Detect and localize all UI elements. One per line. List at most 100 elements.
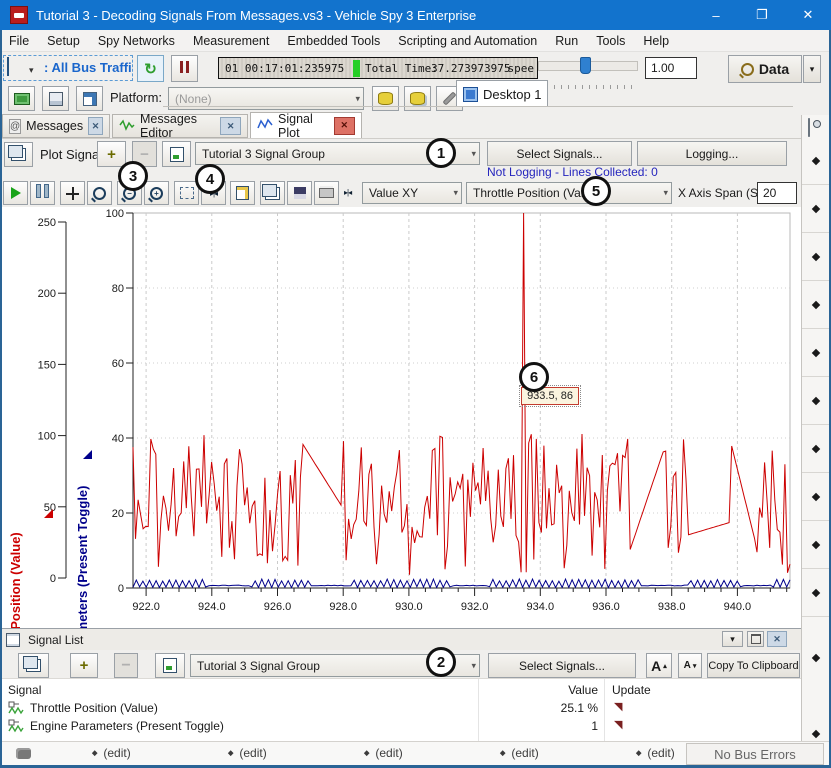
x-axis-span-label: X Axis Span (S) xyxy=(678,186,762,200)
select-signals-button[interactable]: Select Signals... xyxy=(487,141,632,166)
annotation-number: 2 xyxy=(437,654,445,671)
panel-close-button[interactable]: ✕ xyxy=(767,631,787,647)
hardware-button[interactable] xyxy=(8,86,35,111)
remove-signal-button[interactable]: − xyxy=(114,653,138,678)
menu-item-file[interactable]: File xyxy=(0,30,38,52)
dock-slot[interactable] xyxy=(802,329,830,377)
dock-slot[interactable] xyxy=(802,137,830,185)
pause-capture-button[interactable] xyxy=(171,55,198,82)
save-plot-button[interactable] xyxy=(287,181,312,205)
panel-restore-button[interactable] xyxy=(747,631,764,647)
tab-close-icon[interactable]: ✕ xyxy=(88,117,103,135)
tab-close-icon[interactable]: ✕ xyxy=(334,117,355,135)
menu-item-embedded-tools[interactable]: Embedded Tools xyxy=(278,30,389,52)
signal-group-button[interactable] xyxy=(155,653,185,678)
camera-icon xyxy=(808,118,810,137)
close-button[interactable]: ✕ xyxy=(785,0,831,30)
add-plot-button[interactable]: + xyxy=(97,141,126,167)
signal-list-caption: Signal List xyxy=(0,629,801,650)
x-axis-span-input[interactable]: 20 xyxy=(757,182,797,204)
status-edit-slot[interactable]: ◆ (edit) xyxy=(364,746,403,760)
doc-tab-messages-editor[interactable]: Messages Editor ✕ xyxy=(112,114,248,138)
menu-item-spy-networks[interactable]: Spy Networks xyxy=(89,30,184,52)
doc-tab-messages[interactable]: @ Messages ✕ xyxy=(2,114,110,138)
font-increase-button[interactable]: A▴ xyxy=(646,653,672,678)
plot-mode-select[interactable]: Value XY ▾ xyxy=(362,182,462,204)
menu-item-scripting-and-automation[interactable]: Scripting and Automation xyxy=(389,30,546,52)
signal-group-icon xyxy=(163,658,177,673)
plot-area[interactable] xyxy=(133,213,790,588)
status-edit-slot[interactable]: ◆ (edit) xyxy=(500,746,539,760)
minimize-button[interactable]: – xyxy=(693,0,739,30)
column-header-value[interactable]: Value xyxy=(478,683,598,697)
dock-slot[interactable] xyxy=(802,521,830,569)
annotation-number: 5 xyxy=(592,183,600,200)
bus-filter-selector[interactable]: ▾ : All Bus Traffic xyxy=(3,55,133,81)
chart-panel: 050100150200250020406080100922.0924.0926… xyxy=(0,207,801,628)
dock-slot[interactable] xyxy=(802,377,830,425)
data-dropdown-button[interactable]: ▾ xyxy=(803,55,821,83)
plot-properties-button[interactable] xyxy=(230,181,255,205)
database-save-button[interactable] xyxy=(404,86,431,111)
dock-slot[interactable] xyxy=(802,233,830,281)
signal-list-panel: Signal List ▾ ✕ + − Tutorial 3 Signal Gr… xyxy=(0,628,801,741)
total-time-label: Total Time: xyxy=(365,62,438,75)
maximize-button[interactable]: ❐ xyxy=(739,0,785,30)
dock-slot[interactable] xyxy=(802,281,830,329)
x-axis-tick-label: 926.0 xyxy=(264,601,292,613)
speed-value-input[interactable]: 1.00 xyxy=(645,57,697,79)
list-select-signals-button[interactable]: Select Signals... xyxy=(488,653,636,678)
zoom-cursor-button[interactable] xyxy=(87,181,112,205)
status-edit-slot[interactable]: ◆ (edit) xyxy=(636,746,675,760)
panel-menu-button[interactable]: ▾ xyxy=(722,631,743,647)
signal-group-button[interactable] xyxy=(162,141,191,167)
doc-tab-signal-plot[interactable]: Signal Plot ✕ xyxy=(250,112,362,139)
signal-list-menu-button[interactable] xyxy=(18,653,49,678)
plot-play-button[interactable] xyxy=(3,181,28,205)
save-setup-button[interactable] xyxy=(42,86,69,111)
plot-signals-menu-button[interactable] xyxy=(4,142,33,167)
font-decrease-button[interactable]: A▾ xyxy=(678,653,702,678)
menu-item-tools[interactable]: Tools xyxy=(587,30,634,52)
speed-slider-thumb[interactable] xyxy=(580,57,591,74)
dock-slot[interactable] xyxy=(802,425,830,473)
signal-waveform-icon xyxy=(8,719,24,738)
pan-button[interactable] xyxy=(60,181,85,205)
copy-plot-button[interactable] xyxy=(260,181,285,205)
spy-setup-icon[interactable] xyxy=(7,58,9,76)
menu-item-help[interactable]: Help xyxy=(634,30,678,52)
dock-slot[interactable] xyxy=(802,473,830,521)
copy-to-clipboard-button[interactable]: Copy To Clipboard xyxy=(707,653,800,678)
menu-item-run[interactable]: Run xyxy=(546,30,587,52)
dock-slot[interactable] xyxy=(802,185,830,233)
diamond-icon: ◆ xyxy=(228,749,233,757)
chevron-down-icon[interactable]: ▾ xyxy=(29,65,34,76)
tab-close-icon[interactable]: ✕ xyxy=(220,117,241,135)
status-edit-slot[interactable]: ◆ (edit) xyxy=(228,746,267,760)
data-button[interactable]: Data xyxy=(728,55,802,83)
column-header-signal[interactable]: Signal xyxy=(8,683,41,697)
plot-pause-button[interactable] xyxy=(30,181,55,205)
signal-row[interactable]: Engine Parameters (Present Toggle) 1 ◥ xyxy=(0,717,801,735)
plus-icon: + xyxy=(107,146,116,163)
column-header-update[interactable]: Update xyxy=(612,683,651,697)
left-axis-tick-label: 50 xyxy=(44,502,56,514)
app-icon xyxy=(10,6,28,24)
platform-setup-button[interactable] xyxy=(76,86,103,111)
plot-signal-select[interactable]: Throttle Position (Value) ▾ xyxy=(466,182,672,204)
database-button[interactable] xyxy=(372,86,399,111)
refresh-button[interactable]: ↻ xyxy=(137,55,164,82)
print-plot-button[interactable] xyxy=(314,181,339,205)
zoom-in-button[interactable]: + xyxy=(144,181,169,205)
signal-plot-chart[interactable]: 050100150200250020406080100922.0924.0926… xyxy=(0,207,801,628)
add-signal-button[interactable]: + xyxy=(70,653,98,678)
menu-item-setup[interactable]: Setup xyxy=(38,30,89,52)
logging-button[interactable]: Logging... xyxy=(637,141,787,166)
dock-slot[interactable] xyxy=(802,569,830,617)
status-edit-slot[interactable]: ◆ (edit) xyxy=(92,746,131,760)
desktop-tab[interactable]: Desktop 1 xyxy=(456,80,548,107)
menu-item-measurement[interactable]: Measurement xyxy=(184,30,278,52)
signal-row[interactable]: Throttle Position (Value) 25.1 % ◥ xyxy=(0,699,801,717)
x-axis-tick-label: 924.0 xyxy=(198,601,226,613)
platform-label: Platform: xyxy=(110,90,162,105)
